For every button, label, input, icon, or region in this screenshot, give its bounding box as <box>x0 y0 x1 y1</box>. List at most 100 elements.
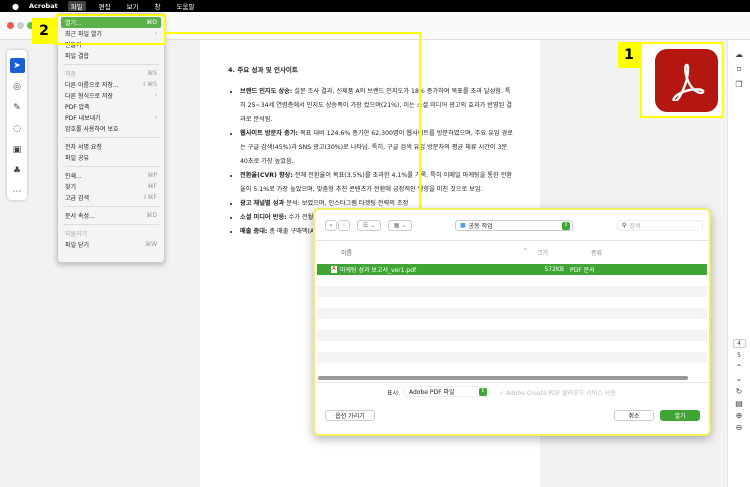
bullet-title: 광고 채널별 성과 <box>240 200 287 207</box>
page-number-input[interactable]: 4 <box>732 339 746 348</box>
pdf-file-icon: A <box>331 266 337 273</box>
hide-options-button[interactable]: 옵션 가리기 <box>325 410 375 421</box>
file-type-value: Adobe PDF 파일 <box>409 389 455 396</box>
menu-item-label: 다른 이름으로 저장... <box>65 82 119 89</box>
location-popup[interactable]: ■ 공동 작업 ⇕ <box>455 220 573 231</box>
forward-button[interactable]: › <box>338 220 350 231</box>
menu-separator <box>63 137 159 138</box>
empty-row <box>317 286 707 297</box>
horizontal-scrollbar[interactable] <box>318 376 688 380</box>
menu-window[interactable]: 창 <box>152 1 164 11</box>
menu-bar: ● Acrobat 파일 편집 보기 창 도움말 <box>0 0 750 12</box>
menu-item[interactable]: 암호를 사용하여 보호 <box>61 123 161 134</box>
menu-item[interactable]: 문서 속성... ⌘D <box>61 210 161 221</box>
menu-item[interactable]: 되돌리기 <box>61 228 161 239</box>
menu-item[interactable]: PDF 내보내기 › <box>61 112 161 123</box>
page-total: 5 <box>737 352 741 359</box>
minimize-window-button[interactable] <box>17 22 24 29</box>
menu-item[interactable]: 찾기 ⌘F <box>61 181 161 192</box>
menu-item-shortcut: › <box>154 114 157 121</box>
copy-icon[interactable]: ❐ <box>735 80 742 89</box>
menu-separator <box>63 206 159 207</box>
menu-item-label: 파일 공유 <box>65 155 89 162</box>
text-box-tool-icon[interactable]: ▣ <box>10 142 25 157</box>
zoom-out-icon[interactable]: ⊖ <box>736 423 743 432</box>
menu-item-label: 암호를 사용하여 보호 <box>65 126 119 133</box>
menu-item[interactable]: 파일 결합 <box>61 50 161 61</box>
bookmark-icon[interactable]: ⌑ <box>737 65 741 74</box>
more-tools-icon[interactable]: ⋯ <box>10 184 25 199</box>
page-options-icon[interactable]: ▤ <box>735 399 743 408</box>
menu-item-shortcut: ⌘S <box>147 70 157 77</box>
cloud-service-checkbox[interactable]: ✓ Adobe Create PDF 클라우드 서비스 사용 <box>499 388 616 397</box>
pen-tool-icon[interactable]: ✎ <box>10 100 25 115</box>
app-menu[interactable]: Acrobat <box>29 2 58 10</box>
menu-item-shortcut: › <box>154 92 157 99</box>
previous-page-icon[interactable]: ⌃ <box>736 363 743 372</box>
menu-item[interactable]: 인쇄... ⌘P <box>61 170 161 181</box>
menu-item-shortcut: ⌘D <box>146 212 157 219</box>
menu-separator <box>63 224 159 225</box>
empty-row <box>317 352 707 363</box>
cloud-service-label: Adobe Create PDF 클라우드 서비스 사용 <box>505 390 616 397</box>
popup-arrows-icon: ⇕ <box>562 221 570 230</box>
rotate-icon[interactable]: ↻ <box>736 387 743 396</box>
menu-separator <box>63 64 159 65</box>
tools-toolbar: ➤ ◎ ✎ ◌ ▣ ♣ ⋯ <box>7 50 27 200</box>
open-button[interactable]: 열기 <box>660 410 700 421</box>
file-size: 572KB <box>544 266 564 273</box>
file-name: 마케팅 성과 보고서_ver1.pdf <box>340 267 417 274</box>
zoom-in-icon[interactable]: ⊕ <box>736 411 743 420</box>
menu-view[interactable]: 보기 <box>124 1 142 11</box>
menu-file[interactable]: 파일 <box>67 1 86 11</box>
bullet-text: 분석: 보였으며, 인스타그램 타겟팅 전략의 조정 <box>286 200 409 207</box>
acrobat-app-icon <box>655 49 718 112</box>
menu-help[interactable]: 도움말 <box>174 1 198 11</box>
menu-item-label: 인쇄... <box>65 173 82 180</box>
bullet-title: 브랜드 인지도 상승: <box>240 88 293 95</box>
empty-row <box>317 330 707 341</box>
menu-item[interactable]: 전자 서명 요청 <box>61 141 161 152</box>
menu-item-label: 다른 형식으로 저장 <box>65 93 113 100</box>
file-type-popup[interactable]: Adobe PDF 파일 ⇕ <box>404 386 490 397</box>
lasso-tool-icon[interactable]: ◌ <box>10 121 25 136</box>
menu-item[interactable]: 파일 공유 <box>61 152 161 163</box>
menu-item[interactable]: 파일 닫기 ⌘W <box>61 239 161 250</box>
menu-item[interactable]: PDF 압축 <box>61 101 161 112</box>
menu-separator <box>63 166 159 167</box>
search-field[interactable]: ⚲ 검색 <box>617 220 703 231</box>
section-heading: 4. 주요 성과 및 인사이트 <box>228 66 298 74</box>
view-mode-button[interactable]: ☰ ⌄ <box>357 220 381 231</box>
apple-icon[interactable]: ● <box>12 2 19 11</box>
cancel-button[interactable]: 취소 <box>614 410 654 421</box>
file-row[interactable]: A 마케팅 성과 보고서_ver1.pdf 572KB PDF 문서 <box>317 264 707 275</box>
folder-icon: ■ <box>460 222 466 229</box>
back-button[interactable]: ‹ <box>325 220 337 231</box>
empty-row <box>317 308 707 319</box>
search-placeholder: 검색 <box>629 223 641 230</box>
group-button[interactable]: ▦ ⌄ <box>388 220 412 231</box>
column-size[interactable]: 크기 <box>537 248 548 257</box>
divider <box>315 382 709 383</box>
open-file-dialog: ‹ › ☰ ⌄ ▦ ⌄ ■ 공동 작업 ⇕ ⚲ 검색 이름 ^ 크기 종류 A … <box>313 208 711 436</box>
column-kind[interactable]: 종류 <box>591 248 602 257</box>
close-window-button[interactable] <box>7 22 14 29</box>
stamp-tool-icon[interactable]: ♣ <box>10 163 25 178</box>
menu-edit[interactable]: 편집 <box>96 1 114 11</box>
callout-connector <box>165 32 421 34</box>
comment-tool-icon[interactable]: ◎ <box>10 79 25 94</box>
menu-item[interactable]: 고급 검색 ⇧⌘F <box>61 192 161 203</box>
menu-item[interactable]: 저장 ⌘S <box>61 68 161 79</box>
menu-item-label: PDF 내보내기 <box>65 115 101 122</box>
divider <box>315 240 709 241</box>
menu-item[interactable]: 다른 이름으로 저장... ⇧⌘S <box>61 79 161 90</box>
next-page-icon[interactable]: ⌄ <box>736 374 743 383</box>
menu-item[interactable]: 다른 형식으로 저장 › <box>61 90 161 101</box>
search-icon: ⚲ <box>622 222 627 229</box>
column-name[interactable]: 이름 <box>341 248 352 257</box>
bullet-item: 전환율(CVR) 향상: 전체 전환율이 목표(3.5%)를 초과한 4.1%를… <box>240 169 513 197</box>
bullet-item: 브랜드 인지도 상승: 설문 조사 결과, 신제품 A의 브랜드 인지도가 18… <box>240 85 513 127</box>
location-label: 공동 작업 <box>468 223 493 230</box>
select-tool-icon[interactable]: ➤ <box>9 58 25 73</box>
comment-icon[interactable]: ☁ <box>735 50 743 59</box>
